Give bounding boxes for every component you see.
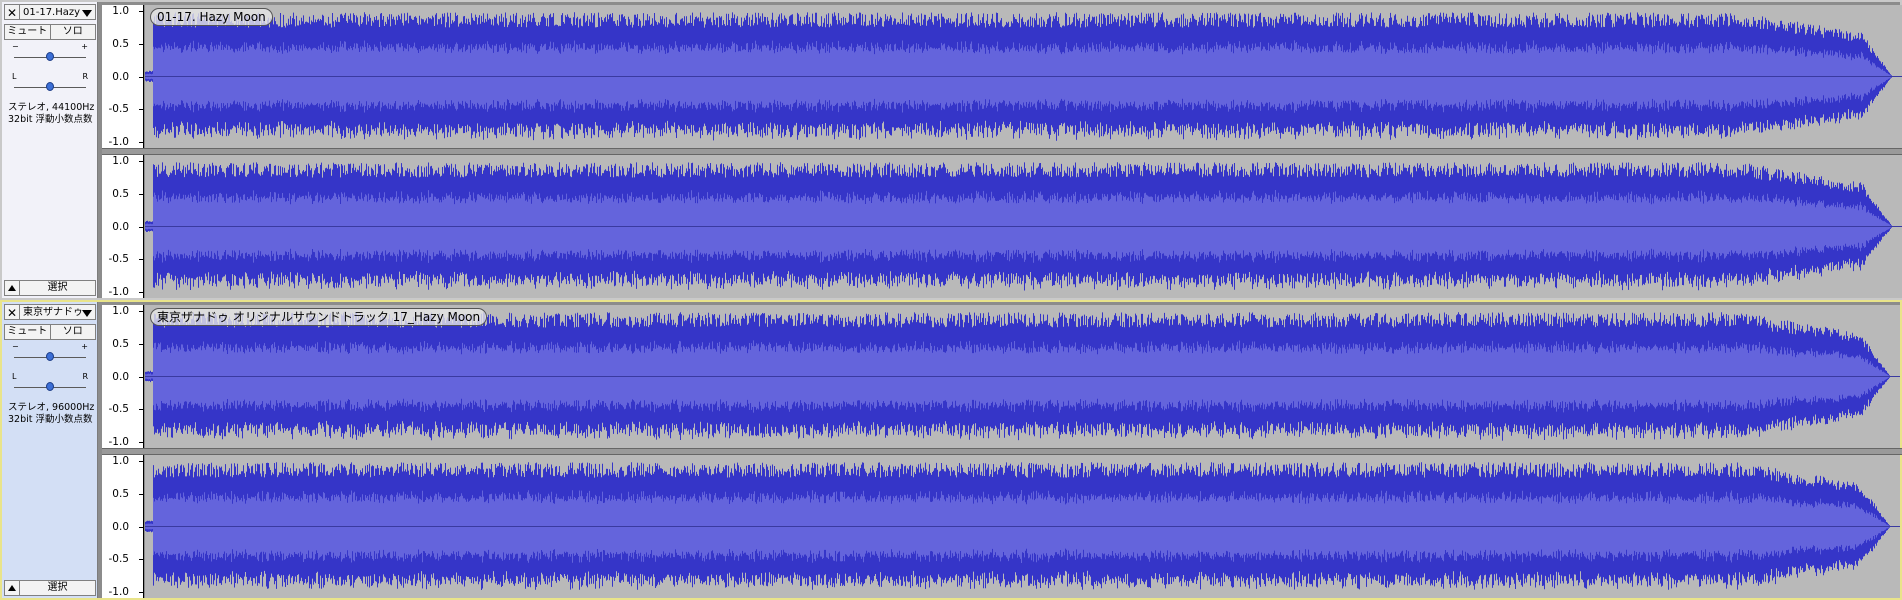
amplitude-tick-mark <box>139 526 143 528</box>
gain-slider[interactable]: − + <box>10 342 90 362</box>
clip-name-tag[interactable]: 01-17. Hazy Moon <box>150 8 273 26</box>
amplitude-tick-label: -1.0 <box>108 586 130 598</box>
amplitude-tick-label: 0.5 <box>112 37 129 50</box>
amplitude-tick-label: -1.0 <box>108 286 130 298</box>
amplitude-tick-label: -1.0 <box>108 136 130 148</box>
amplitude-tick-label: 0.0 <box>112 520 129 533</box>
amplitude-tick-label: 1.0 <box>112 455 129 467</box>
gain-minus-label: − <box>12 42 19 51</box>
track-name: 01-17.Hazy <box>23 7 81 18</box>
amplitude-tick-label: -0.5 <box>108 253 130 266</box>
amplitude-tick-label: -0.5 <box>108 553 130 566</box>
pan-left-label: L <box>12 72 17 81</box>
track-1[interactable]: ✕ 01-17.Hazy ミュート ソロ − + L R ステレオ, 44100… <box>0 0 1902 300</box>
amplitude-ruler-top: 1.0 0.5 0.0 -0.5 -1.0 <box>102 305 144 448</box>
pan-slider[interactable]: L R <box>10 372 90 392</box>
close-icon[interactable]: ✕ <box>4 4 20 20</box>
dropdown-triangle-icon <box>82 10 92 17</box>
solo-button[interactable]: ソロ <box>50 324 96 340</box>
track-format-rate: ステレオ, 44100Hz <box>8 102 95 113</box>
amplitude-tick-mark <box>139 142 143 143</box>
waveform-channel-left[interactable] <box>145 5 1902 148</box>
amplitude-tick-mark <box>139 226 143 228</box>
amplitude-tick-mark <box>139 559 143 561</box>
select-button[interactable]: 選択 <box>20 280 96 296</box>
gain-plus-label: + <box>81 342 88 351</box>
track-format-info: ステレオ, 96000Hz 32bit 浮動小数点数 <box>8 402 94 426</box>
channel-separator[interactable] <box>102 148 1902 155</box>
pan-slider[interactable]: L R <box>10 72 90 92</box>
solo-button[interactable]: ソロ <box>50 24 96 40</box>
amplitude-ruler-bottom: 1.0 0.5 0.0 -0.5 -1.0 <box>102 155 144 298</box>
amplitude-tick-mark <box>139 592 143 593</box>
track-format-bits: 32bit 浮動小数点数 <box>8 414 93 425</box>
amplitude-tick-label: -0.5 <box>108 103 130 116</box>
track-format-info: ステレオ, 44100Hz 32bit 浮動小数点数 <box>8 102 94 126</box>
amplitude-tick-mark <box>139 409 143 411</box>
amplitude-tick-mark <box>139 442 143 443</box>
collapse-icon[interactable] <box>4 280 20 296</box>
gain-plus-label: + <box>81 42 88 51</box>
track-2[interactable]: ✕ 東京ザナドゥ ミュート ソロ − + L R ステレオ, 96000Hz 3… <box>0 300 1902 600</box>
amplitude-tick-mark <box>139 43 143 45</box>
waveform-channel-right[interactable] <box>145 155 1902 298</box>
track-name-menu-button[interactable]: 東京ザナドゥ <box>20 304 96 320</box>
pan-slider-thumb[interactable] <box>46 82 54 91</box>
amplitude-tick-mark <box>139 109 143 111</box>
track-control-panel: ✕ 01-17.Hazy ミュート ソロ − + L R ステレオ, 44100… <box>2 2 98 298</box>
amplitude-tick-label: -1.0 <box>108 436 130 448</box>
gain-slider[interactable]: − + <box>10 42 90 62</box>
mute-button[interactable]: ミュート <box>4 324 51 340</box>
amplitude-tick-mark <box>139 161 143 162</box>
amplitude-tick-label: 1.0 <box>112 155 129 167</box>
amplitude-tick-mark <box>139 292 143 293</box>
waveform-channel-left[interactable] <box>145 305 1900 448</box>
pan-right-label: R <box>82 72 88 81</box>
amplitude-tick-label: 0.5 <box>112 187 129 200</box>
amplitude-tick-mark <box>139 376 143 378</box>
gain-slider-thumb[interactable] <box>46 352 54 361</box>
amplitude-tick-label: 0.0 <box>112 70 129 83</box>
amplitude-tick-mark <box>139 193 143 195</box>
amplitude-tick-label: 0.5 <box>112 487 129 500</box>
mute-button[interactable]: ミュート <box>4 24 51 40</box>
track-name: 東京ザナドゥ <box>23 307 83 318</box>
amplitude-tick-mark <box>139 76 143 78</box>
dropdown-triangle-icon <box>82 310 92 317</box>
gain-slider-thumb[interactable] <box>46 52 54 61</box>
amplitude-tick-label: 0.0 <box>112 220 129 233</box>
amplitude-tick-label: 1.0 <box>112 305 129 317</box>
amplitude-tick-label: -0.5 <box>108 403 130 416</box>
amplitude-tick-mark <box>139 311 143 312</box>
track-control-panel: ✕ 東京ザナドゥ ミュート ソロ − + L R ステレオ, 96000Hz 3… <box>2 302 98 598</box>
waveform-channel-right[interactable] <box>145 455 1900 598</box>
pan-right-label: R <box>82 372 88 381</box>
clip-name-tag[interactable]: 東京ザナドゥ オリジナルサウンドトラック 17_Hazy Moon <box>150 308 488 326</box>
track-format-rate: ステレオ, 96000Hz <box>8 402 95 413</box>
select-button[interactable]: 選択 <box>20 580 96 596</box>
track-format-bits: 32bit 浮動小数点数 <box>8 114 93 125</box>
amplitude-tick-label: 0.5 <box>112 337 129 350</box>
amplitude-tick-label: 0.0 <box>112 370 129 383</box>
pan-left-label: L <box>12 372 17 381</box>
close-icon[interactable]: ✕ <box>4 304 20 320</box>
gain-minus-label: − <box>12 342 19 351</box>
amplitude-ruler-top: 1.0 0.5 0.0 -0.5 -1.0 <box>102 5 144 148</box>
amplitude-tick-mark <box>139 493 143 495</box>
amplitude-tick-mark <box>139 461 143 462</box>
amplitude-tick-label: 1.0 <box>112 5 129 17</box>
amplitude-tick-mark <box>139 11 143 12</box>
channel-separator[interactable] <box>102 448 1902 455</box>
amplitude-ruler-bottom: 1.0 0.5 0.0 -0.5 -1.0 <box>102 455 144 598</box>
amplitude-tick-mark <box>139 259 143 261</box>
pan-slider-thumb[interactable] <box>46 382 54 391</box>
collapse-icon[interactable] <box>4 580 20 596</box>
amplitude-tick-mark <box>139 343 143 345</box>
track-name-menu-button[interactable]: 01-17.Hazy <box>20 4 96 20</box>
